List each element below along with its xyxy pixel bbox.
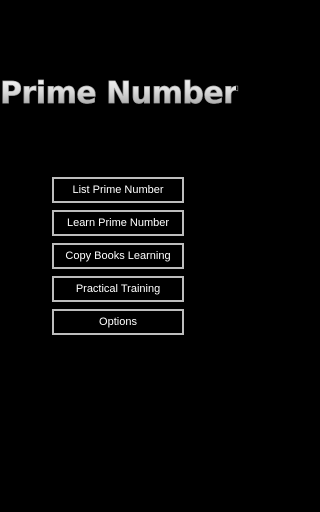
practical-training-button[interactable]: Practical Training: [52, 276, 184, 302]
options-button[interactable]: Options: [52, 309, 184, 335]
app-title: Prime Number: [0, 74, 238, 114]
main-menu: List Prime Number Learn Prime Number Cop…: [52, 177, 184, 342]
copy-books-learning-button[interactable]: Copy Books Learning: [52, 243, 184, 269]
main-menu-screen: Prime Number List Prime Number Learn Pri…: [0, 0, 238, 512]
learn-prime-number-button[interactable]: Learn Prime Number: [52, 210, 184, 236]
list-prime-number-button[interactable]: List Prime Number: [52, 177, 184, 203]
